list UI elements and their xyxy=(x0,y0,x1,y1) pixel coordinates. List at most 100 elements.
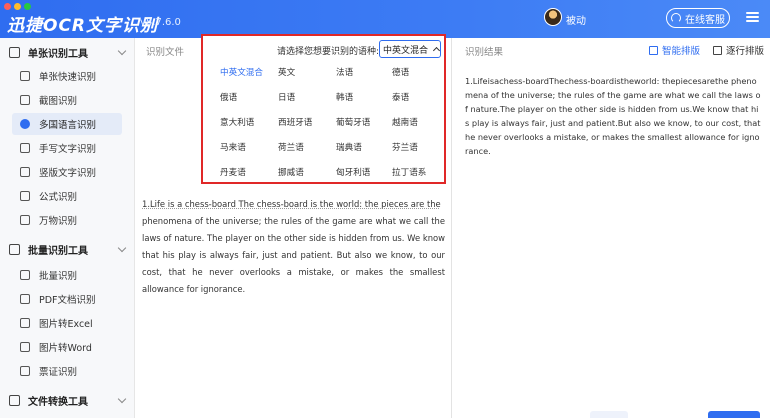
window-controls xyxy=(4,3,31,10)
headset-icon xyxy=(671,13,681,23)
source-text-body: phenomena of the universe; the rules of … xyxy=(142,216,445,294)
language-option[interactable]: 匈牙利语 xyxy=(336,166,370,178)
result-text[interactable]: 1.Lifeisachess-boardThechess-boardisthew… xyxy=(465,74,761,158)
sidebar-item-label: 公式识别 xyxy=(39,192,78,203)
sidebar-item-label: 批量识别 xyxy=(39,271,78,282)
app-header: 迅捷OCR文字识别 v8.7.6.0 被动 在线客服 xyxy=(0,0,770,38)
sidebar: 单张识别工具 单张快速识别 截图识别 多国语言识别 手写文字识别 竖版文字识别 … xyxy=(0,38,135,418)
document-icon xyxy=(9,46,20,58)
ticket-icon xyxy=(20,366,30,376)
sidebar-item-word[interactable]: 图片转Word xyxy=(12,336,122,358)
language-option[interactable]: 丹麦语 xyxy=(220,166,246,178)
images-icon xyxy=(20,270,30,280)
sidebar-item-label: 多国语言识别 xyxy=(39,120,97,131)
language-option[interactable]: 葡萄牙语 xyxy=(336,116,370,128)
sidebar-group-convert[interactable]: 文件转换工具 xyxy=(0,389,135,411)
chevron-down-icon xyxy=(117,46,127,56)
sidebar-item-excel[interactable]: 图片转Excel xyxy=(12,312,122,334)
language-option[interactable]: 荷兰语 xyxy=(278,141,304,153)
language-option[interactable]: 中英文混合 xyxy=(220,66,263,78)
smart-layout-button[interactable]: 智能排版 xyxy=(649,43,700,57)
window-close-icon[interactable] xyxy=(4,3,11,10)
batch-icon xyxy=(9,243,20,255)
sidebar-item-label: 万物识别 xyxy=(39,216,78,227)
layout-icon xyxy=(649,45,658,55)
avatar[interactable] xyxy=(544,8,562,26)
convert-icon xyxy=(9,394,20,406)
source-image-text: 1.Life is a chess-board The chess-board … xyxy=(142,196,445,298)
vertical-text-icon xyxy=(20,167,30,177)
language-select-value: 中英文混合 xyxy=(383,45,429,56)
language-select[interactable]: 中英文混合 xyxy=(379,40,441,58)
sidebar-item-label: 图片转Word xyxy=(39,343,92,354)
sidebar-group-label: 文件转换工具 xyxy=(28,396,88,408)
sidebar-item-quick[interactable]: 单张快速识别 xyxy=(12,65,122,87)
excel-icon xyxy=(20,318,30,328)
sidebar-item-batch[interactable]: 批量识别 xyxy=(12,264,122,286)
sidebar-group-single[interactable]: 单张识别工具 xyxy=(0,41,135,63)
language-option[interactable]: 日语 xyxy=(278,91,295,103)
language-option[interactable]: 英文 xyxy=(278,66,295,78)
sidebar-item-label: PDF文档识别 xyxy=(39,295,96,306)
language-option[interactable]: 韩语 xyxy=(336,91,353,103)
app-logo: 迅捷OCR文字识别 xyxy=(7,16,159,36)
user-name[interactable]: 被动 xyxy=(566,12,586,27)
language-option[interactable]: 马来语 xyxy=(220,141,246,153)
language-prompt: 请选择您想要识别的语种: xyxy=(277,47,380,57)
sidebar-item-label: 竖版文字识别 xyxy=(39,168,97,179)
language-option[interactable]: 法语 xyxy=(336,66,353,78)
sidebar-item-screenshot[interactable]: 截图识别 xyxy=(12,89,122,111)
line-layout-label: 逐行排版 xyxy=(726,46,765,57)
pdf-icon xyxy=(20,294,30,304)
language-option[interactable]: 俄语 xyxy=(220,91,237,103)
language-option[interactable]: 意大利语 xyxy=(220,116,254,128)
language-option[interactable]: 德语 xyxy=(392,66,409,78)
lines-icon xyxy=(713,45,722,55)
language-option[interactable]: 芬兰语 xyxy=(392,141,418,153)
language-option[interactable]: 瑞典语 xyxy=(336,141,362,153)
pen-icon xyxy=(20,143,30,153)
sidebar-group-label: 单张识别工具 xyxy=(28,48,88,60)
language-option[interactable]: 越南语 xyxy=(392,116,418,128)
language-option[interactable]: 泰语 xyxy=(392,91,409,103)
word-icon xyxy=(20,342,30,352)
sidebar-item-vertical[interactable]: 竖版文字识别 xyxy=(12,161,122,183)
chevron-up-icon xyxy=(432,46,441,55)
sidebar-item-ticket[interactable]: 票证识别 xyxy=(12,360,122,382)
sidebar-item-handwriting[interactable]: 手写文字识别 xyxy=(12,137,122,159)
line-layout-button[interactable]: 逐行排版 xyxy=(713,43,764,57)
language-option[interactable]: 拉丁语系 xyxy=(392,166,426,178)
sidebar-item-formula[interactable]: 公式识别 xyxy=(12,185,122,207)
result-panel: 识别结果 智能排版 逐行排版 1.Lifeisachess-boardThech… xyxy=(452,38,770,418)
language-option[interactable]: 西班牙语 xyxy=(278,116,312,128)
chevron-down-icon xyxy=(117,394,127,404)
sidebar-item-label: 手写文字识别 xyxy=(39,144,97,155)
language-option[interactable]: 挪威语 xyxy=(278,166,304,178)
footer-primary-button[interactable] xyxy=(708,411,760,418)
object-icon xyxy=(20,215,30,225)
online-support-label: 在线客服 xyxy=(685,14,725,26)
sidebar-item-label: 单张快速识别 xyxy=(39,72,97,83)
window-minimize-icon[interactable] xyxy=(14,3,21,10)
crop-icon xyxy=(20,95,30,105)
sidebar-item-label: 票证识别 xyxy=(39,367,78,378)
smart-layout-label: 智能排版 xyxy=(662,46,701,57)
language-picker: 请选择您想要识别的语种: 中英文混合 中英文混合 英文 法语 德语 俄语 日语 韩语 泰语 意大… xyxy=(201,34,446,184)
source-text-line-first: 1.Life is a chess-board The chess-board … xyxy=(142,199,441,209)
sidebar-group-label: 批量识别工具 xyxy=(28,245,88,257)
sidebar-group-batch[interactable]: 批量识别工具 xyxy=(0,238,135,260)
sidebar-item-object[interactable]: 万物识别 xyxy=(12,209,122,231)
scan-icon xyxy=(20,71,30,81)
window-maximize-icon[interactable] xyxy=(24,3,31,10)
app-version: v8.7.6.0 xyxy=(140,17,181,28)
sidebar-item-multilang[interactable]: 多国语言识别 xyxy=(12,113,122,135)
formula-icon xyxy=(20,191,30,201)
hamburger-menu-icon[interactable] xyxy=(746,12,759,22)
sidebar-item-pdf[interactable]: PDF文档识别 xyxy=(12,288,122,310)
footer-button[interactable] xyxy=(590,411,628,418)
sidebar-item-label: 截图识别 xyxy=(39,96,78,107)
panel-title: 识别结果 xyxy=(465,47,504,58)
panel-title: 识别文件 xyxy=(146,47,185,58)
chevron-down-icon xyxy=(117,243,127,253)
online-support-button[interactable]: 在线客服 xyxy=(666,8,730,28)
